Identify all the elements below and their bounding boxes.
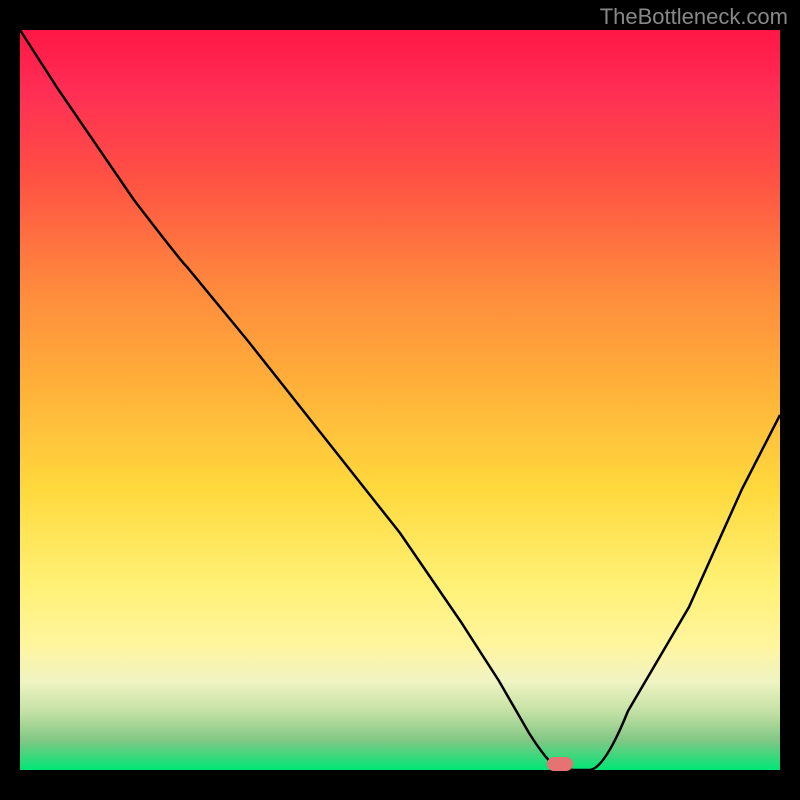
plot-area xyxy=(20,30,780,770)
watermark-text: TheBottleneck.com xyxy=(600,4,788,30)
optimal-marker xyxy=(547,757,573,771)
chart-container: TheBottleneck.com xyxy=(0,0,800,800)
x-axis-line xyxy=(20,770,780,772)
curve-svg xyxy=(20,30,780,770)
bottleneck-curve-path xyxy=(20,30,780,770)
